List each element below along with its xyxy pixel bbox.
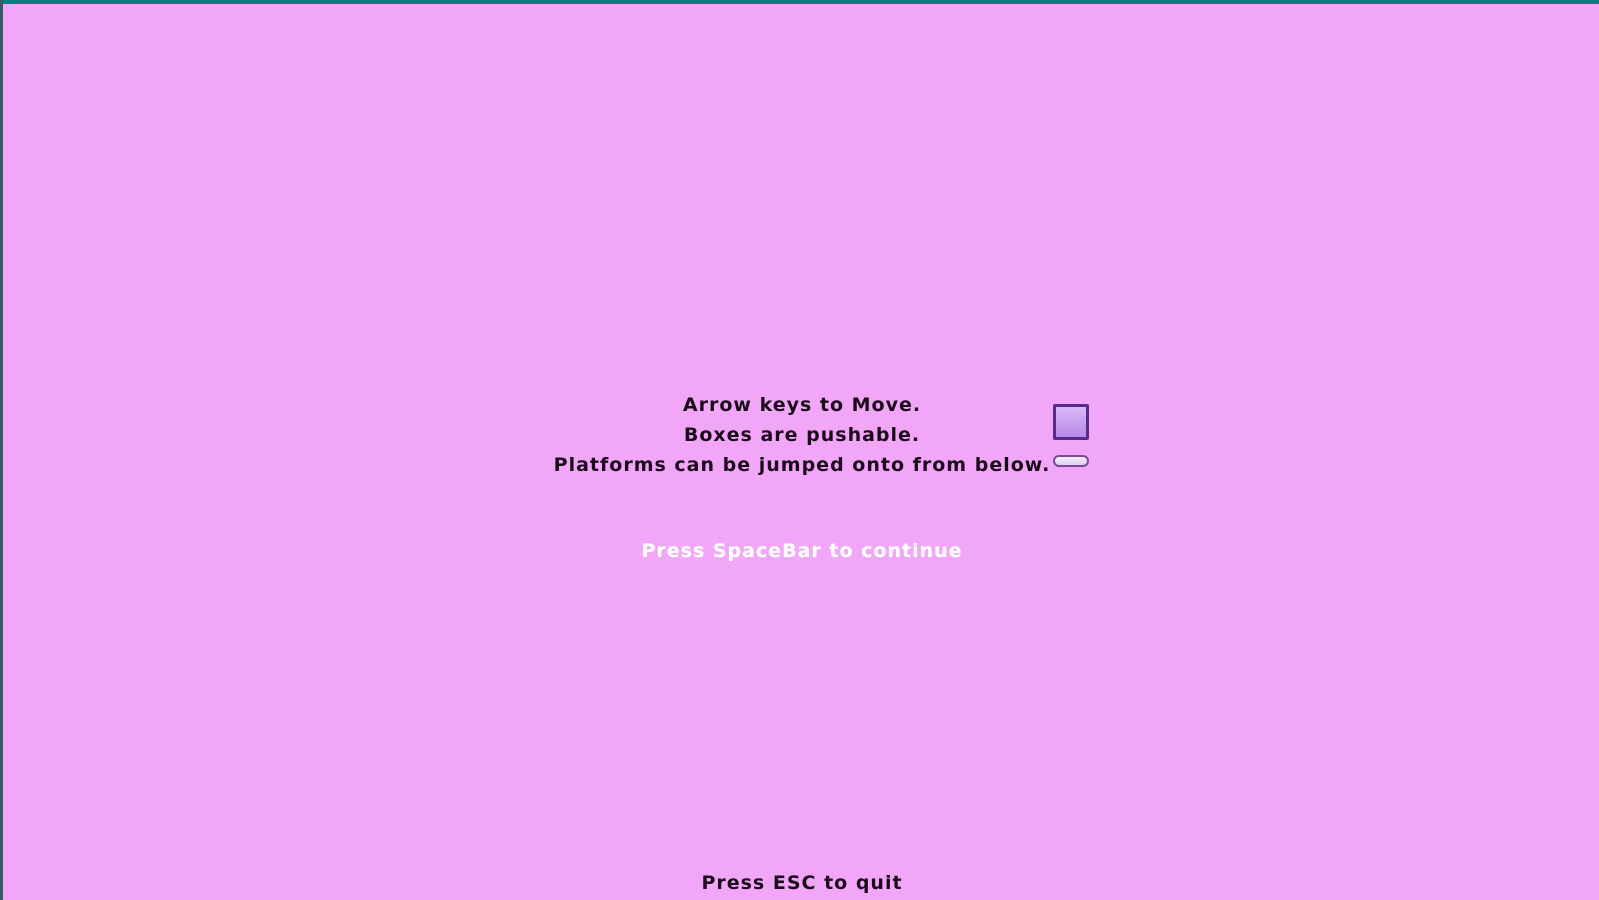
- instruction-platforms: Platforms can be jumped onto from below.: [553, 454, 1051, 476]
- window-top-border: [0, 0, 1599, 4]
- window-left-border: [0, 0, 3, 900]
- pushable-box-icon: [1053, 404, 1089, 440]
- continue-prompt: Press SpaceBar to continue: [641, 540, 963, 562]
- platform-icon: [1053, 455, 1089, 467]
- quit-prompt: Press ESC to quit: [701, 872, 903, 894]
- instruction-move: Arrow keys to Move.: [682, 394, 922, 416]
- instruction-boxes: Boxes are pushable.: [683, 424, 921, 446]
- game-window[interactable]: Arrow keys to Move. Boxes are pushable. …: [0, 0, 1599, 900]
